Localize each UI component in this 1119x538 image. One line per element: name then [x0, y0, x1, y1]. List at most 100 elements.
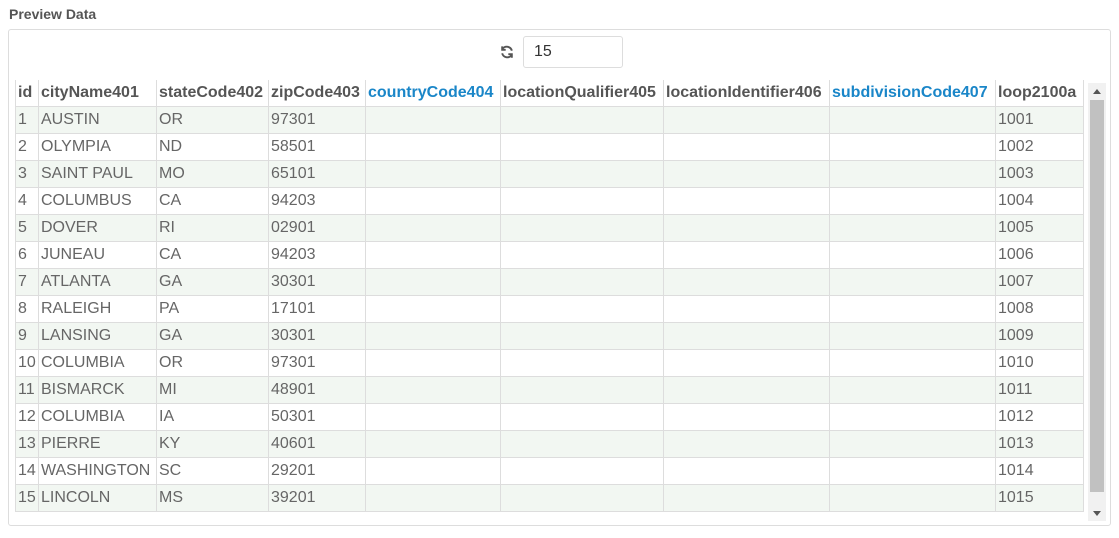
table-cell-statecode402: ND [156, 133, 269, 161]
table-row[interactable]: 10 COLUMBIA OR 97301 1010 [15, 349, 1084, 377]
table-cell-loop2100a: 1001 [995, 106, 1084, 134]
table-cell-countrycode404 [365, 430, 501, 458]
table-row[interactable]: 8 RALEIGH PA 17101 1008 [15, 295, 1084, 323]
table-cell-id: 12 [15, 403, 39, 431]
table-cell-statecode402: PA [156, 295, 269, 323]
table-cell-statecode402: CA [156, 241, 269, 269]
table-cell-id: 3 [15, 160, 39, 188]
vertical-scrollbar[interactable] [1088, 83, 1106, 521]
table-cell-locationqualifier405 [500, 349, 664, 377]
table-cell-zipcode403: 50301 [268, 403, 366, 431]
table-cell-zipcode403: 30301 [268, 322, 366, 350]
column-header-zipcode403[interactable]: zipCode403 [268, 80, 366, 107]
column-header-statecode402[interactable]: stateCode402 [156, 80, 269, 107]
table-cell-id: 1 [15, 106, 39, 134]
scrollbar-thumb[interactable] [1090, 100, 1104, 492]
column-header-subdivisioncode407[interactable]: subdivisionCode407 [829, 80, 996, 107]
table-cell-cityname401: LINCOLN [38, 484, 157, 512]
table-cell-locationqualifier405 [500, 268, 664, 296]
table-row[interactable]: 14 WASHINGTON SC 29201 1014 [15, 457, 1084, 485]
row-count-input[interactable] [523, 36, 623, 68]
table-cell-statecode402: GA [156, 268, 269, 296]
table-cell-id: 7 [15, 268, 39, 296]
table-cell-loop2100a: 1014 [995, 457, 1084, 485]
table-cell-countrycode404 [365, 268, 501, 296]
table-cell-locationqualifier405 [500, 484, 664, 512]
table-cell-locationidentifier406 [663, 322, 830, 350]
table-cell-cityname401: RALEIGH [38, 295, 157, 323]
table-row[interactable]: 2 OLYMPIA ND 58501 1002 [15, 133, 1084, 161]
scroll-down-button[interactable] [1088, 505, 1106, 521]
table-cell-loop2100a: 1015 [995, 484, 1084, 512]
table-cell-countrycode404 [365, 484, 501, 512]
column-header-locationidentifier406[interactable]: locationIdentifier406 [663, 80, 830, 107]
table-cell-locationqualifier405 [500, 106, 664, 134]
table-cell-locationqualifier405 [500, 133, 664, 161]
table-cell-id: 4 [15, 187, 39, 215]
table-cell-id: 6 [15, 241, 39, 269]
table-cell-statecode402: OR [156, 349, 269, 377]
table-cell-subdivisioncode407 [829, 187, 996, 215]
table-cell-subdivisioncode407 [829, 403, 996, 431]
table-row[interactable]: 11 BISMARCK MI 48901 1011 [15, 376, 1084, 404]
table-cell-countrycode404 [365, 106, 501, 134]
table-cell-countrycode404 [365, 403, 501, 431]
column-header-id[interactable]: id [15, 80, 39, 107]
column-header-loop2100a[interactable]: loop2100a [995, 80, 1084, 107]
table-cell-zipcode403: 17101 [268, 295, 366, 323]
table-row[interactable]: 3 SAINT PAUL MO 65101 1003 [15, 160, 1084, 188]
scroll-up-button[interactable] [1088, 83, 1106, 99]
table-cell-countrycode404 [365, 457, 501, 485]
table-cell-subdivisioncode407 [829, 214, 996, 242]
table-cell-locationidentifier406 [663, 403, 830, 431]
table-cell-locationqualifier405 [500, 322, 664, 350]
table-row[interactable]: 4 COLUMBUS CA 94203 1004 [15, 187, 1084, 215]
table-cell-locationqualifier405 [500, 295, 664, 323]
table-cell-statecode402: IA [156, 403, 269, 431]
table-cell-cityname401: LANSING [38, 322, 157, 350]
column-header-countrycode404[interactable]: countryCode404 [365, 80, 501, 107]
table-cell-zipcode403: 02901 [268, 214, 366, 242]
table-header-row: id cityName401 stateCode402 zipCode403 count… [15, 80, 1084, 107]
table-cell-loop2100a: 1007 [995, 268, 1084, 296]
table-cell-locationqualifier405 [500, 241, 664, 269]
page-title: Preview Data [9, 6, 97, 22]
table-cell-statecode402: KY [156, 430, 269, 458]
table-row[interactable]: 12 COLUMBIA IA 50301 1012 [15, 403, 1084, 431]
table-row[interactable]: 6 JUNEAU CA 94203 1006 [15, 241, 1084, 269]
table-cell-subdivisioncode407 [829, 133, 996, 161]
table-cell-locationidentifier406 [663, 268, 830, 296]
table-cell-countrycode404 [365, 187, 501, 215]
table-cell-locationidentifier406 [663, 457, 830, 485]
table-cell-id: 8 [15, 295, 39, 323]
table-cell-id: 10 [15, 349, 39, 377]
table-row[interactable]: 5 DOVER RI 02901 1005 [15, 214, 1084, 242]
table-row[interactable]: 7 ATLANTA GA 30301 1007 [15, 268, 1084, 296]
table-cell-loop2100a: 1010 [995, 349, 1084, 377]
column-header-locationqualifier405[interactable]: locationQualifier405 [500, 80, 664, 107]
table-cell-cityname401: OLYMPIA [38, 133, 157, 161]
table-cell-locationidentifier406 [663, 187, 830, 215]
refresh-icon[interactable] [499, 44, 515, 60]
table-cell-loop2100a: 1009 [995, 322, 1084, 350]
table-cell-id: 14 [15, 457, 39, 485]
table-cell-locationqualifier405 [500, 214, 664, 242]
table-cell-locationqualifier405 [500, 187, 664, 215]
table-cell-locationqualifier405 [500, 160, 664, 188]
table-cell-subdivisioncode407 [829, 376, 996, 404]
table-cell-locationqualifier405 [500, 430, 664, 458]
column-header-cityname401[interactable]: cityName401 [38, 80, 157, 107]
table-cell-subdivisioncode407 [829, 457, 996, 485]
table-row[interactable]: 13 PIERRE KY 40601 1013 [15, 430, 1084, 458]
table-cell-locationidentifier406 [663, 295, 830, 323]
table-row[interactable]: 15 LINCOLN MS 39201 1015 [15, 484, 1084, 512]
table-cell-id: 5 [15, 214, 39, 242]
table-cell-id: 15 [15, 484, 39, 512]
table-cell-id: 9 [15, 322, 39, 350]
table-cell-statecode402: CA [156, 187, 269, 215]
table-row[interactable]: 1 AUSTIN OR 97301 1001 [15, 106, 1084, 134]
table-cell-zipcode403: 65101 [268, 160, 366, 188]
table-cell-cityname401: WASHINGTON [38, 457, 157, 485]
table-cell-countrycode404 [365, 295, 501, 323]
table-row[interactable]: 9 LANSING GA 30301 1009 [15, 322, 1084, 350]
